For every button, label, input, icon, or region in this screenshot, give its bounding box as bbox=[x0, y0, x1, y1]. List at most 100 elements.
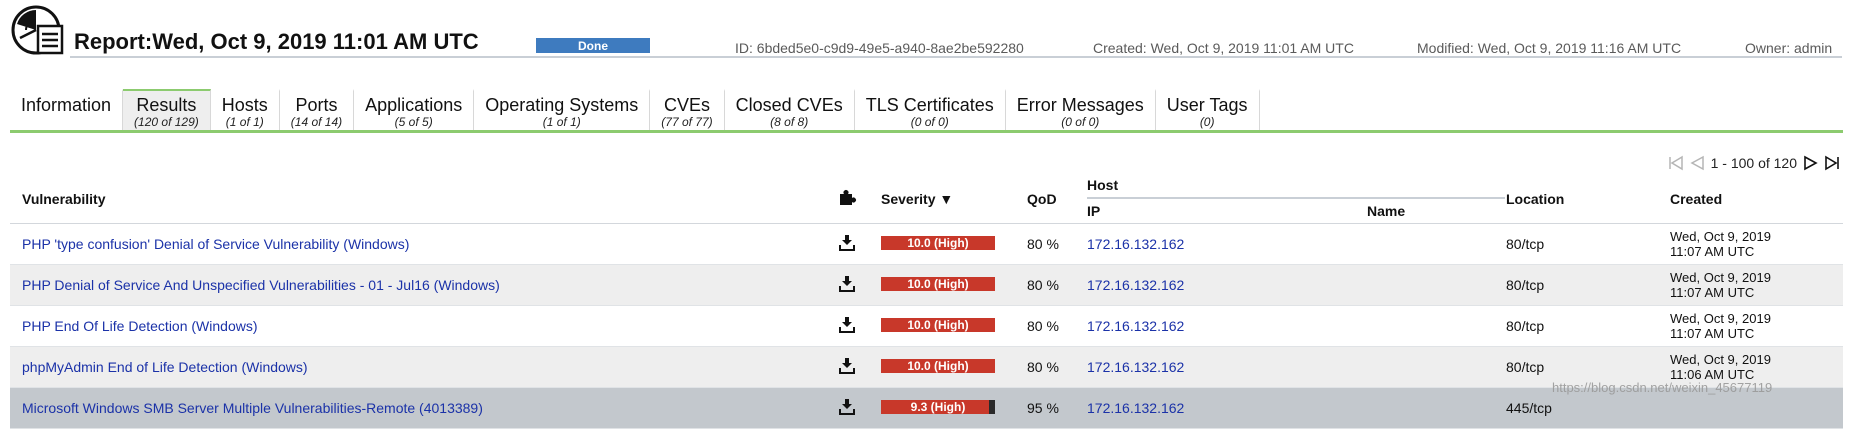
table-row[interactable]: PHP Denial of Service And Unspecified Vu… bbox=[10, 265, 1843, 306]
created-value: Wed, Oct 9, 2019 11:07 AM UTC bbox=[1670, 229, 1771, 259]
host-ip-link[interactable]: 172.16.132.162 bbox=[1087, 277, 1184, 293]
tabs-divider bbox=[10, 130, 1843, 133]
location-value: 80/tcp bbox=[1506, 318, 1545, 334]
created-date: Wed, Oct 9, 2019 bbox=[1670, 270, 1771, 285]
page-title: Report:Wed, Oct 9, 2019 11:01 AM UTC bbox=[74, 29, 479, 54]
last-page-icon[interactable] bbox=[1823, 154, 1841, 172]
download-note-icon[interactable] bbox=[838, 275, 856, 293]
pagination: 1 - 100 of 120 bbox=[1667, 152, 1841, 174]
location-value: 80/tcp bbox=[1506, 277, 1545, 293]
host-ip-link[interactable]: 172.16.132.162 bbox=[1087, 318, 1184, 334]
created-value: Wed, Oct 9, 2019 11:07 AM UTC bbox=[1670, 311, 1771, 341]
tab-label: TLS Certificates bbox=[865, 95, 994, 115]
vulnerability-link[interactable]: PHP End Of Life Detection (Windows) bbox=[22, 318, 258, 334]
col-severity[interactable]: Severity ▼ bbox=[881, 191, 953, 207]
tab-label: Applications bbox=[365, 95, 463, 115]
host-ip-link[interactable]: 172.16.132.162 bbox=[1087, 236, 1184, 252]
download-note-icon[interactable] bbox=[838, 316, 856, 334]
tab-hosts[interactable]: Hosts (1 of 1) bbox=[211, 89, 280, 131]
tab-count: (14 of 14) bbox=[290, 115, 343, 129]
vulnerability-link[interactable]: PHP 'type confusion' Denial of Service V… bbox=[22, 236, 409, 252]
vulnerability-link[interactable]: PHP Denial of Service And Unspecified Vu… bbox=[22, 277, 500, 293]
table-header: Vulnerability Severity ▼ QoD Host IP Nam… bbox=[10, 175, 1843, 224]
download-note-icon[interactable] bbox=[838, 234, 856, 252]
tab-label: User Tags bbox=[1166, 95, 1248, 115]
tab-error-messages[interactable]: Error Messages (0 of 0) bbox=[1006, 89, 1156, 131]
host-ip-link[interactable]: 172.16.132.162 bbox=[1087, 400, 1184, 416]
table-row[interactable]: PHP End Of Life Detection (Windows) 10.0… bbox=[10, 306, 1843, 347]
tab-label: Results bbox=[136, 95, 197, 115]
location-value: 80/tcp bbox=[1506, 359, 1545, 375]
severity-bar: 10.0 (High) bbox=[881, 359, 995, 373]
tab-count: (1 of 1) bbox=[542, 115, 581, 129]
sort-desc-indicator: ▼ bbox=[939, 191, 954, 207]
col-location[interactable]: Location bbox=[1506, 191, 1564, 207]
tab-count: (0 of 0) bbox=[1061, 115, 1100, 129]
tab-results[interactable]: Results (120 of 129) bbox=[123, 89, 211, 131]
watermark: https://blog.csdn.net/weixin_45677119 bbox=[1552, 380, 1773, 395]
tab-cves[interactable]: CVEs (77 of 77) bbox=[650, 89, 725, 131]
status-badge: Done bbox=[536, 38, 650, 53]
report-owner: Owner: admin bbox=[1745, 40, 1833, 56]
severity-bar: 10.0 (High) bbox=[881, 236, 995, 250]
tab-label: CVEs bbox=[663, 95, 710, 115]
qod-value: 80 % bbox=[1027, 236, 1059, 252]
col-ip[interactable]: IP bbox=[1087, 203, 1100, 219]
first-page-icon[interactable] bbox=[1667, 154, 1685, 172]
tab-user-tags[interactable]: User Tags (0) bbox=[1156, 89, 1260, 131]
tab-label: Operating Systems bbox=[485, 95, 639, 115]
qod-value: 80 % bbox=[1027, 318, 1059, 334]
col-qod[interactable]: QoD bbox=[1027, 191, 1057, 207]
location-value: 445/tcp bbox=[1506, 400, 1552, 416]
severity-label: 9.3 (High) bbox=[910, 400, 966, 414]
severity-bar: 9.3 (High) bbox=[881, 400, 995, 414]
qod-value: 80 % bbox=[1027, 277, 1059, 293]
report-created: Created: Wed, Oct 9, 2019 11:01 AM UTC bbox=[1093, 40, 1354, 56]
host-subheader-divider bbox=[1087, 197, 1505, 199]
tab-label: Closed CVEs bbox=[735, 95, 843, 115]
vulnerability-link[interactable]: Microsoft Windows SMB Server Multiple Vu… bbox=[22, 400, 483, 416]
report-tabs: Information Results (120 of 129) Hosts (… bbox=[10, 89, 1260, 131]
created-value: Wed, Oct 9, 2019 11:06 AM UTC bbox=[1670, 352, 1771, 382]
table-row[interactable]: PHP 'type confusion' Denial of Service V… bbox=[10, 224, 1843, 265]
severity-remainder bbox=[989, 400, 995, 414]
download-note-icon[interactable] bbox=[838, 357, 856, 375]
vulnerability-link[interactable]: phpMyAdmin End of Life Detection (Window… bbox=[22, 359, 308, 375]
tab-label: Information bbox=[21, 95, 112, 115]
pagination-range: 1 - 100 of 120 bbox=[1710, 155, 1797, 171]
tab-tls-certificates[interactable]: TLS Certificates (0 of 0) bbox=[855, 89, 1006, 131]
tab-applications[interactable]: Applications (5 of 5) bbox=[354, 89, 475, 131]
col-severity-label: Severity bbox=[881, 191, 936, 207]
tab-count: (0) bbox=[1199, 115, 1215, 129]
download-note-icon[interactable] bbox=[838, 398, 856, 416]
puzzle-piece-icon bbox=[840, 190, 856, 205]
location-value: 80/tcp bbox=[1506, 236, 1545, 252]
created-value: Wed, Oct 9, 2019 11:07 AM UTC bbox=[1670, 270, 1771, 300]
col-vulnerability[interactable]: Vulnerability bbox=[22, 191, 106, 207]
host-ip-link[interactable]: 172.16.132.162 bbox=[1087, 359, 1184, 375]
greenbone-logo-icon bbox=[11, 5, 64, 55]
col-name[interactable]: Name bbox=[1367, 203, 1405, 219]
qod-value: 80 % bbox=[1027, 359, 1059, 375]
previous-page-icon[interactable] bbox=[1688, 154, 1706, 172]
severity-label: 10.0 (High) bbox=[907, 359, 969, 373]
tab-ports[interactable]: Ports (14 of 14) bbox=[280, 89, 355, 131]
col-created[interactable]: Created bbox=[1670, 191, 1722, 207]
tab-count: (5 of 5) bbox=[394, 115, 433, 129]
header-divider bbox=[70, 56, 1842, 58]
tab-operating-systems[interactable]: Operating Systems (1 of 1) bbox=[474, 89, 651, 131]
next-page-icon[interactable] bbox=[1802, 154, 1820, 172]
col-host: Host bbox=[1087, 177, 1119, 193]
severity-label: 10.0 (High) bbox=[907, 277, 969, 291]
tab-closed-cves[interactable]: Closed CVEs (8 of 8) bbox=[725, 89, 855, 131]
tab-information[interactable]: Information bbox=[10, 89, 124, 131]
created-time: 11:07 AM UTC bbox=[1670, 244, 1755, 259]
created-date: Wed, Oct 9, 2019 bbox=[1670, 229, 1771, 244]
tab-label: Error Messages bbox=[1016, 95, 1144, 115]
tab-count: (1 of 1) bbox=[225, 115, 264, 129]
severity-label: 10.0 (High) bbox=[907, 318, 969, 332]
severity-bar: 10.0 (High) bbox=[881, 277, 995, 291]
report-modified: Modified: Wed, Oct 9, 2019 11:16 AM UTC bbox=[1417, 40, 1682, 56]
report-id: ID: 6bded5e0-c9d9-49e5-a940-8ae2be592280 bbox=[735, 40, 1024, 56]
tab-count: (77 of 77) bbox=[661, 115, 713, 129]
